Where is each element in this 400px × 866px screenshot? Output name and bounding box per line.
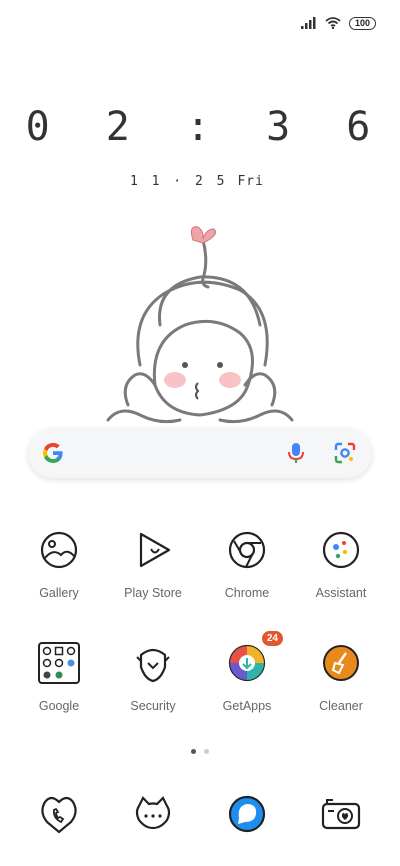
security-icon bbox=[136, 648, 170, 683]
gallery-icon bbox=[40, 531, 78, 569]
app-chrome[interactable]: Chrome bbox=[200, 528, 294, 600]
status-bar: 100 bbox=[300, 14, 376, 32]
app-label: Cleaner bbox=[319, 699, 363, 713]
app-label: Google bbox=[38, 699, 80, 713]
app-getapps[interactable]: 24 GetApps bbox=[200, 631, 294, 713]
app-label: Play Store bbox=[124, 586, 182, 600]
app-security[interactable]: Security bbox=[106, 641, 200, 713]
notification-badge: 24 bbox=[261, 631, 283, 646]
app-label: Security bbox=[130, 699, 176, 713]
page-indicator[interactable] bbox=[0, 749, 400, 754]
google-logo-icon bbox=[42, 442, 63, 464]
page-dot bbox=[204, 749, 209, 754]
page-dot-active bbox=[191, 749, 196, 754]
messages-icon bbox=[135, 796, 171, 830]
app-gallery[interactable]: Gallery bbox=[12, 528, 106, 600]
app-label: GetApps bbox=[222, 699, 272, 713]
chrome-icon bbox=[228, 531, 266, 569]
google-folder-icon bbox=[38, 642, 80, 684]
dock-phone[interactable] bbox=[12, 792, 106, 836]
clock-date[interactable]: 1 1 · 2 5 Fri bbox=[130, 174, 264, 189]
date-text: 1 1 · 2 5 bbox=[130, 174, 228, 189]
getapps-icon bbox=[228, 644, 266, 682]
clock-time[interactable]: 0 2 : 3 6 bbox=[0, 104, 400, 150]
app-assistant[interactable]: Assistant bbox=[294, 528, 388, 600]
dock-browser[interactable] bbox=[200, 792, 294, 836]
cleaner-icon bbox=[323, 645, 359, 681]
app-label: Gallery bbox=[39, 586, 79, 600]
app-label: Assistant bbox=[315, 586, 367, 600]
phone-icon bbox=[41, 796, 77, 834]
wifi-icon bbox=[325, 17, 341, 29]
dock-messages[interactable] bbox=[106, 792, 200, 836]
battery-indicator: 100 bbox=[348, 16, 376, 30]
microphone-icon[interactable] bbox=[286, 441, 306, 465]
play-store-icon bbox=[139, 532, 171, 568]
app-play-store[interactable]: Play Store bbox=[106, 528, 200, 600]
browser-icon bbox=[228, 795, 266, 833]
day-text: Fri bbox=[237, 174, 264, 189]
app-cleaner[interactable]: Cleaner bbox=[294, 641, 388, 713]
camera-icon bbox=[321, 799, 361, 830]
assistant-icon bbox=[322, 531, 360, 569]
app-google-folder[interactable]: Google bbox=[12, 641, 106, 713]
app-label: Chrome bbox=[224, 586, 270, 600]
google-search-bar[interactable] bbox=[28, 428, 372, 478]
signal-icon bbox=[300, 17, 316, 29]
baby-illustration bbox=[106, 226, 294, 424]
lens-camera-icon[interactable] bbox=[333, 441, 357, 465]
dock-camera[interactable] bbox=[294, 792, 388, 836]
